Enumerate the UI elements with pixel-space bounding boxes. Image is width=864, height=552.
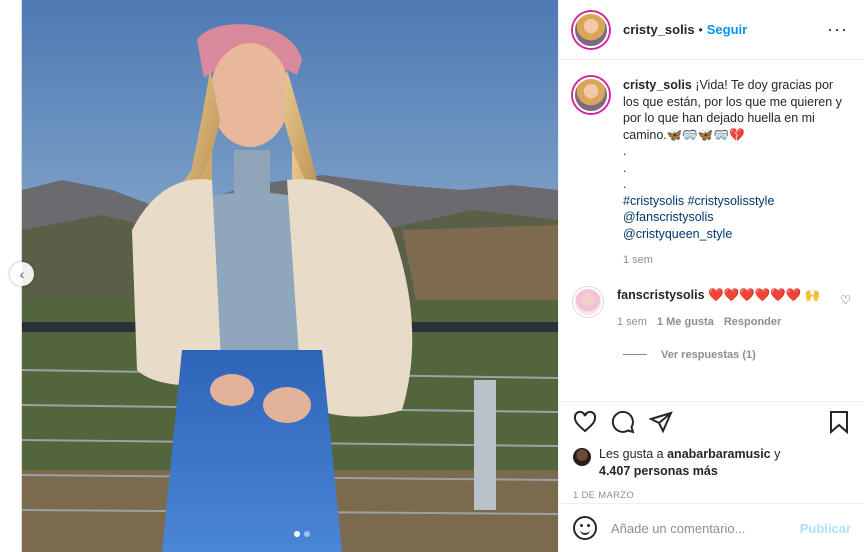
replies-line — [623, 354, 647, 355]
caption-hashtags[interactable]: #cristysolis #cristysolisstyle — [623, 193, 843, 210]
caption: cristy_solis ¡Vida! Te doy gracias por l… — [573, 77, 851, 269]
comment-time: 1 sem — [617, 315, 647, 328]
photo-illustration — [22, 0, 558, 552]
chevron-left-icon: ‹ — [19, 266, 25, 282]
commenter-username[interactable]: fanscristysolis — [617, 288, 705, 302]
comment-like-heart-icon[interactable]: ♡ — [840, 293, 851, 307]
likes-summary: Les gusta a anabarbaramusic y 4.407 pers… — [573, 446, 851, 480]
carousel-dots — [294, 531, 310, 537]
liker-username[interactable]: anabarbaramusic — [667, 447, 771, 461]
publish-button[interactable]: Publicar — [800, 521, 851, 536]
caption-avatar[interactable] — [573, 77, 609, 113]
caption-mention[interactable]: @fanscristysolis — [623, 209, 843, 226]
previous-photo-button[interactable]: ‹ — [10, 262, 34, 286]
comment-likes[interactable]: 1 Me gusta — [657, 314, 714, 331]
more-options-icon[interactable]: ··· — [827, 19, 848, 40]
post-side-panel: cristy_solis • Seguir ··· cristy_solis ¡… — [558, 0, 864, 552]
author-avatar[interactable] — [573, 11, 609, 48]
carousel-dot-active — [294, 531, 300, 537]
post-header: cristy_solis • Seguir ··· — [559, 0, 864, 60]
comment-input[interactable] — [611, 520, 800, 536]
caption-dot: . — [623, 160, 627, 175]
share-icon[interactable] — [649, 410, 673, 434]
caption-dot: . — [623, 177, 627, 191]
instagram-post-view: ‹ cristy_solis • Seguir ··· cristy_solis… — [0, 0, 864, 552]
comment-body: fanscristysolis ❤️❤️❤️❤️❤️❤️ 🙌 1 sem 1 M… — [617, 287, 827, 331]
comment-item: fanscristysolis ❤️❤️❤️❤️❤️❤️ 🙌 1 sem 1 M… — [573, 286, 851, 331]
author-username[interactable]: cristy_solis — [623, 22, 695, 37]
comment-meta: 1 sem 1 Me gusta Responder — [617, 314, 827, 331]
likes-text[interactable]: Les gusta a anabarbaramusic y 4.407 pers… — [599, 446, 780, 480]
caption-time: 1 sem — [623, 254, 653, 266]
follow-button[interactable]: Seguir — [707, 22, 747, 37]
separator-dot: • — [698, 22, 703, 37]
caption-dot: . — [623, 144, 627, 158]
heart-icon[interactable] — [573, 410, 597, 434]
reply-button[interactable]: Responder — [724, 314, 781, 331]
caption-username[interactable]: cristy_solis — [623, 78, 692, 92]
comment-text: ❤️❤️❤️❤️❤️❤️ 🙌 — [708, 287, 821, 302]
likes-prefix: Les gusta a — [599, 447, 668, 461]
commenter-avatar[interactable] — [573, 286, 603, 317]
post-actions: Les gusta a anabarbaramusic y 4.407 pers… — [559, 401, 864, 507]
caption-body: cristy_solis ¡Vida! Te doy gracias por l… — [623, 77, 843, 269]
liker-avatar[interactable] — [573, 448, 591, 466]
add-comment-bar: Publicar — [559, 503, 864, 552]
bookmark-icon[interactable] — [827, 410, 851, 434]
caption-mention[interactable]: @cristyqueen_style — [623, 226, 843, 243]
comments-section[interactable]: cristy_solis ¡Vida! Te doy gracias por l… — [559, 61, 864, 401]
comment-icon[interactable] — [611, 410, 635, 434]
view-replies-label: Ver respuestas (1) — [661, 348, 756, 361]
likes-count[interactable]: 4.407 personas más — [599, 464, 718, 478]
post-photo[interactable] — [22, 0, 558, 552]
view-replies-button[interactable]: Ver respuestas (1) — [623, 349, 851, 361]
post-date: 1 DE MARZO — [573, 490, 635, 501]
action-icons — [573, 408, 851, 436]
likes-middle: y — [770, 447, 781, 461]
carousel-dot — [304, 531, 310, 537]
emoji-icon[interactable] — [573, 516, 597, 540]
